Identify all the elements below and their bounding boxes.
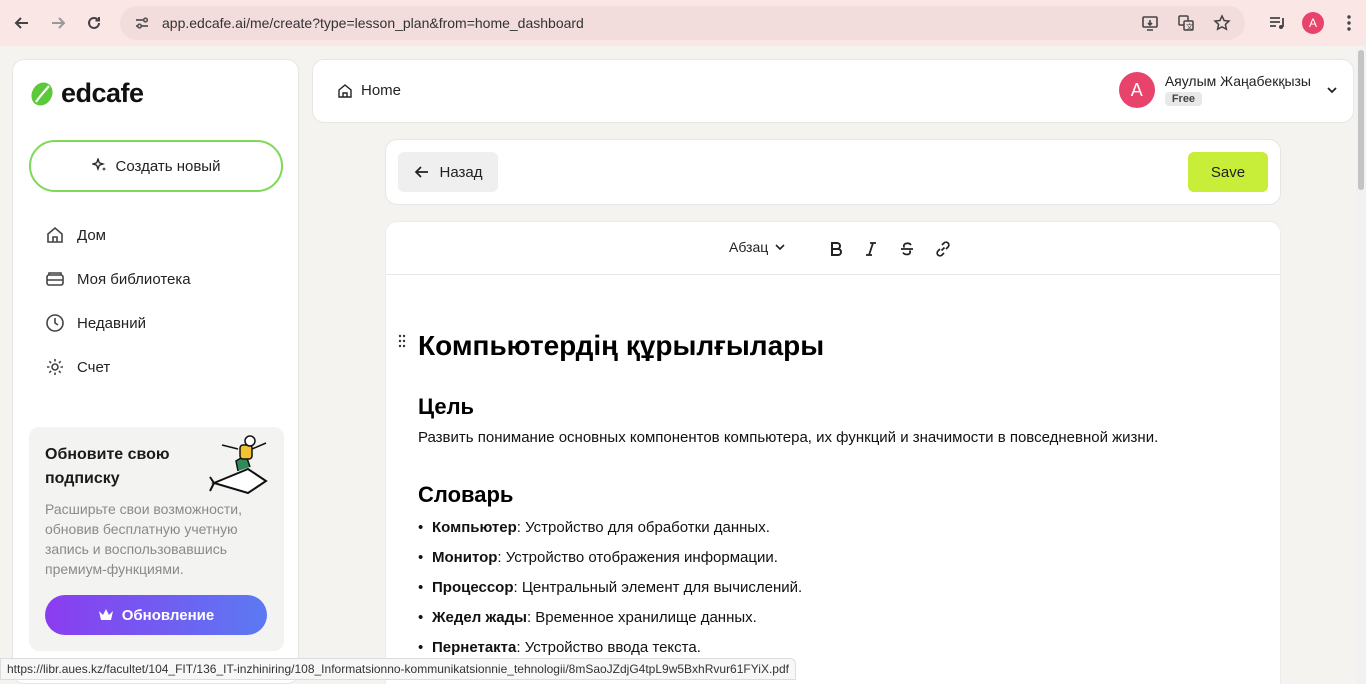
plan-badge: Free (1164, 92, 1203, 106)
promo-text: Расширьте свои возможности, обновив бесп… (45, 501, 242, 577)
rocket-girl-illustration (209, 435, 268, 495)
library-icon (45, 269, 65, 289)
paragraph-style-value: Абзац (729, 239, 769, 255)
sidebar-menu: Дом Моя библиотека Недавний Счет (45, 213, 191, 389)
scrollbar-thumb[interactable] (1358, 50, 1364, 190)
sidebar-item-label: Дом (77, 226, 106, 244)
bullet: • (418, 639, 424, 656)
link-icon[interactable] (932, 238, 954, 260)
vocab-term: Монитор (432, 549, 498, 566)
bullet: • (418, 519, 424, 536)
bullet: • (418, 609, 424, 626)
upgrade-label: Обновление (121, 606, 215, 624)
italic-icon[interactable] (860, 238, 882, 260)
reload-icon[interactable] (76, 5, 112, 41)
svg-text:文: 文 (1186, 22, 1193, 31)
user-name: Аяулым Жаңабекқызы (1164, 73, 1311, 89)
vocab-def: : Устройство для обработки данных. (516, 519, 770, 536)
vocab-term: Жедел жады (432, 609, 527, 626)
bookmark-star-icon[interactable] (1211, 12, 1233, 34)
document-content[interactable]: Компьютердің құрылғылары Цель Развить по… (418, 326, 1258, 668)
vocab-list: • Компьютер: Устройство для обработки дан… (418, 518, 1258, 658)
page-scrollbar[interactable] (1356, 46, 1366, 684)
bold-icon[interactable] (825, 238, 847, 260)
list-item[interactable]: • Жедел жады: Временное хранилище данных. (418, 608, 1258, 628)
sidebar-item-label: Счет (77, 358, 111, 376)
more-menu-icon[interactable] (1338, 12, 1360, 34)
vocab-term: Пернетакта (432, 639, 517, 656)
link-status-bar: https://libr.aues.kz/facultet/104_FIT/13… (0, 658, 796, 680)
chevron-down-icon (775, 244, 785, 251)
logo-text: edcafe (61, 78, 144, 108)
install-app-icon[interactable] (1139, 12, 1161, 34)
sidebar-item-account[interactable]: Счет (45, 345, 191, 389)
back-button[interactable]: Назад (398, 152, 498, 192)
avatar: A (1118, 72, 1155, 108)
vocab-def: : Устройство отображения информации. (497, 549, 778, 566)
top-header: Home A Аяулым Жаңабекқызы Free (312, 59, 1354, 123)
document-editor: Абзац Компьютердің құрылғылары Цель Разв… (385, 221, 1282, 684)
arrow-left-icon (414, 166, 428, 178)
save-button[interactable]: Save (1188, 152, 1268, 192)
sparkle-icon (91, 158, 106, 171)
goal-heading[interactable]: Цель (418, 392, 1258, 422)
translate-icon[interactable]: 文 (1175, 12, 1197, 34)
clock-icon (45, 313, 65, 333)
sidebar-item-label: Моя библиотека (77, 270, 191, 288)
list-item[interactable]: • Компьютер: Устройство для обработки дан… (418, 518, 1258, 538)
promo-title: Обновите свою подписку (45, 446, 170, 487)
home-icon (338, 83, 352, 98)
create-new-button[interactable]: Создать новый (29, 140, 283, 192)
goal-text[interactable]: Развить понимание основных компонентов к… (418, 426, 1258, 450)
document-title[interactable]: Компьютердің құрылғылары (418, 326, 1258, 366)
crown-icon (98, 609, 113, 620)
profile-avatar[interactable]: A (1302, 12, 1324, 34)
home-icon (45, 225, 65, 245)
upgrade-button[interactable]: Обновление (45, 595, 267, 635)
sidebar-item-label: Недавний (77, 314, 146, 332)
vocab-term: Процессор (432, 579, 514, 596)
vocab-heading[interactable]: Словарь (418, 480, 1258, 510)
format-toolbar: Абзац (386, 222, 1282, 275)
editor-actions-bar: Назад Save (385, 139, 1281, 205)
list-item[interactable]: • Пернетакта: Устройство ввода текста. (418, 638, 1258, 658)
vocab-term: Компьютер (432, 519, 517, 536)
sidebar-item-home[interactable]: Дом (45, 213, 191, 257)
user-menu[interactable]: A Аяулым Жаңабекқызы Free (1118, 72, 1339, 108)
strikethrough-icon[interactable] (896, 238, 918, 260)
edcafe-logo[interactable]: edcafe (29, 78, 144, 109)
browser-toolbar: app.edcafe.ai/me/create?type=lesson_plan… (0, 0, 1366, 46)
media-controls-icon[interactable] (1266, 12, 1288, 34)
create-new-label: Создать новый (115, 157, 221, 175)
chevron-down-icon (1327, 87, 1337, 94)
site-settings-icon[interactable] (132, 13, 152, 33)
list-item[interactable]: • Монитор: Устройство отображения информа… (418, 548, 1258, 568)
drag-handle-icon[interactable] (398, 334, 406, 351)
vocab-def: : Центральный элемент для вычислений. (513, 579, 803, 596)
address-bar[interactable]: app.edcafe.ai/me/create?type=lesson_plan… (120, 6, 1245, 40)
upgrade-promo-card: Обновите свою подписку Расширьте свои во… (29, 427, 284, 651)
bullet: • (418, 549, 424, 566)
sidebar-item-library[interactable]: Моя библиотека (45, 257, 191, 301)
breadcrumb[interactable]: Home (337, 82, 401, 99)
url-text[interactable]: app.edcafe.ai/me/create?type=lesson_plan… (162, 15, 584, 31)
sidebar: edcafe Создать новый Дом Моя библиотека … (12, 59, 299, 684)
forward-arrow-icon[interactable] (40, 5, 76, 41)
gear-icon (45, 357, 65, 377)
list-item[interactable]: • Процессор: Центральный элемент для вычи… (418, 578, 1258, 598)
vocab-def: : Временное хранилище данных. (526, 609, 757, 626)
back-arrow-icon[interactable] (4, 5, 40, 41)
breadcrumb-home: Home (361, 82, 402, 99)
vocab-def: : Устройство ввода текста. (516, 639, 701, 656)
sidebar-item-recent[interactable]: Недавний (45, 301, 191, 345)
logo-leaf-icon (31, 81, 53, 106)
bullet: • (418, 579, 424, 596)
paragraph-style-select[interactable]: Абзац (729, 239, 786, 255)
back-label: Назад (439, 163, 483, 181)
